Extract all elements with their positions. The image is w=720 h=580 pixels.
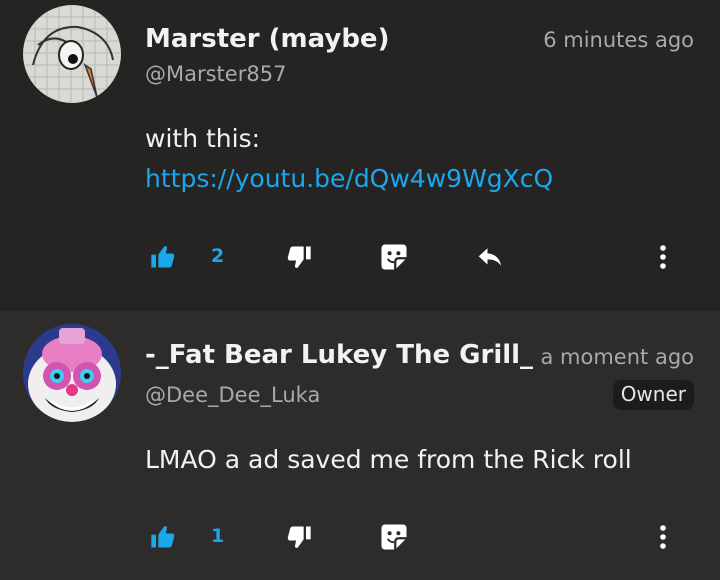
more-vertical-icon (660, 525, 666, 549)
more-options-button[interactable] (650, 237, 676, 277)
thumbs-down-icon (287, 526, 311, 548)
like-button[interactable] (146, 517, 180, 557)
like-count: 2 (211, 245, 225, 267)
more-vertical-icon (660, 245, 666, 269)
author-handle[interactable]: @Marster857 (145, 62, 286, 86)
avatar[interactable] (23, 5, 121, 103)
dislike-button[interactable] (282, 517, 316, 557)
author-name[interactable]: -_Fat Bear Lukey The Grill_ (145, 340, 533, 370)
thumbs-up-icon (151, 246, 175, 268)
timestamp: 6 minutes ago (543, 28, 694, 52)
comment-item: Marster (maybe) @Marster857 6 minutes ag… (0, 0, 720, 311)
more-options-button[interactable] (650, 517, 676, 557)
dislike-button[interactable] (282, 237, 316, 277)
like-count: 1 (211, 525, 225, 547)
comment-actions: 1 (0, 517, 720, 557)
owner-badge: Owner (612, 380, 694, 410)
like-button[interactable] (146, 237, 180, 277)
timestamp: a moment ago (540, 345, 695, 369)
reply-button[interactable] (472, 237, 508, 277)
sticker-icon (381, 524, 407, 550)
reply-icon (478, 248, 502, 266)
comment-text: LMAO a ad saved me from the Rick roll (145, 445, 632, 474)
thumbs-up-icon (151, 526, 175, 548)
comment-link[interactable]: https://youtu.be/dQw4w9WgXcQ (145, 164, 553, 193)
author-handle[interactable]: @Dee_Dee_Luka (145, 383, 320, 407)
author-name[interactable]: Marster (maybe) (145, 24, 389, 54)
sticker-button[interactable] (376, 517, 412, 557)
comment-item: -_Fat Bear Lukey The Grill_ @Dee_Dee_Luk… (0, 311, 720, 580)
comment-actions: 2 (0, 237, 720, 277)
sticker-icon (381, 244, 407, 270)
sticker-button[interactable] (376, 237, 412, 277)
comment-text: with this: (145, 124, 261, 153)
thumbs-down-icon (287, 246, 311, 268)
avatar[interactable] (23, 324, 121, 422)
